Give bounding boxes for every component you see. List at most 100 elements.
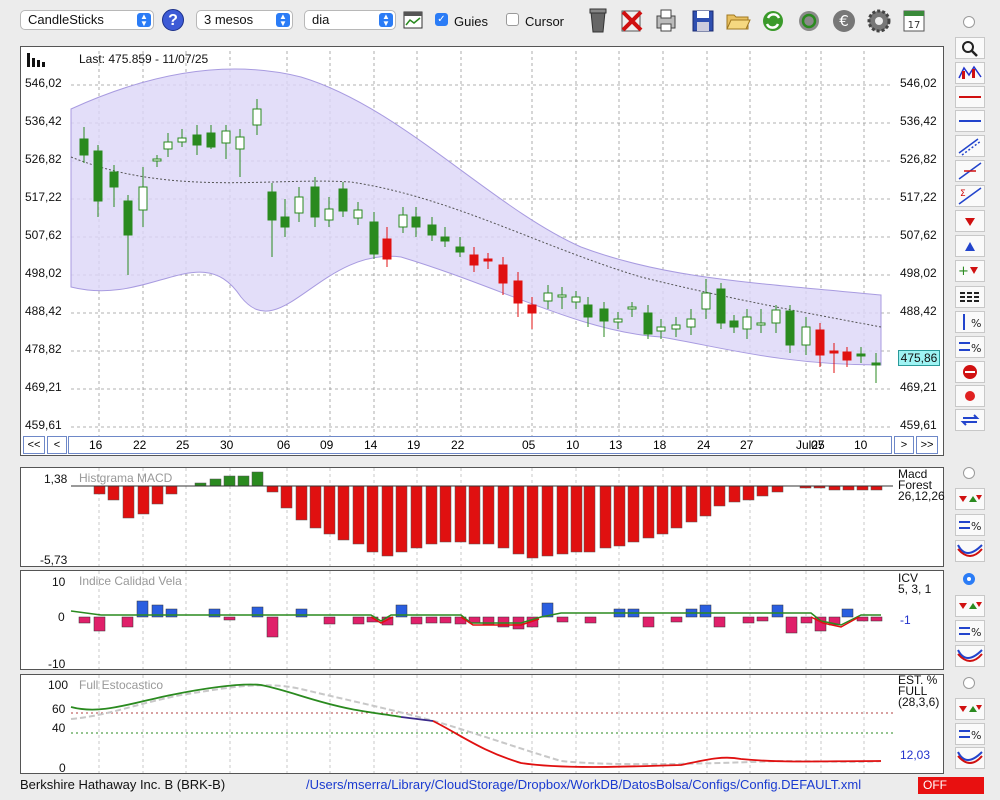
record-button[interactable] (955, 385, 985, 407)
macd-bar (165, 485, 178, 495)
stoch-updown-button[interactable] (955, 698, 985, 720)
percent-lines-button[interactable]: % (955, 336, 985, 358)
fibonacci-tool-button[interactable]: Σ (955, 185, 985, 207)
stop-button[interactable] (955, 361, 985, 383)
candle-body (353, 209, 363, 219)
print-icon[interactable] (653, 6, 679, 34)
status-off-badge[interactable]: OFF (918, 777, 984, 794)
nav-first-button[interactable]: << (23, 436, 45, 454)
chart-type-select[interactable]: CandleSticks ▲ ▼ (20, 10, 154, 30)
icv-panel-radio[interactable] (963, 573, 975, 585)
cursor-checkbox[interactable] (506, 13, 519, 26)
candle-body (93, 150, 103, 202)
period-value: 3 mesos (204, 12, 254, 27)
macd-bar (122, 485, 135, 519)
buy-sell-markers-button[interactable]: + (955, 260, 985, 282)
current-price-tag: 475,86 (898, 350, 940, 366)
arrow-down-button[interactable] (955, 210, 985, 232)
candle-body (483, 258, 493, 262)
icv-panel[interactable]: Indice Calidad Vela (20, 570, 944, 670)
candle-body (627, 306, 637, 310)
candle-body (138, 186, 148, 211)
icv-bar (699, 604, 712, 618)
candle-body (411, 216, 421, 228)
calendar-icon[interactable]: 17 (901, 6, 927, 34)
icv-bar (425, 616, 438, 624)
refresh-icon[interactable] (760, 6, 786, 34)
macd-bar (309, 485, 322, 529)
macd-bar (266, 485, 279, 493)
candles-tool-button[interactable] (955, 62, 985, 84)
price-chart-panel[interactable]: Last: 475.859 - 11/07/25 (20, 46, 944, 456)
config-path-link[interactable]: /Users/mserra/Library/CloudStorage/Dropb… (306, 777, 861, 792)
macd-bar (583, 485, 596, 553)
svg-text:%: % (971, 317, 981, 330)
icv-bar (556, 616, 569, 623)
open-folder-icon[interactable] (725, 6, 751, 34)
candle-body (543, 292, 553, 302)
macd-bar (613, 485, 626, 547)
horizontal-red-line-button[interactable] (955, 86, 985, 108)
stoch-percent-button[interactable]: % (955, 723, 985, 745)
period-select[interactable]: 3 mesos ▲ ▼ (196, 10, 293, 30)
macd-bar (599, 485, 612, 549)
macd-curve-button[interactable] (955, 540, 985, 562)
swap-button[interactable] (955, 409, 985, 431)
candle-body (498, 264, 508, 284)
euro-icon[interactable]: € (831, 6, 857, 34)
nav-prev-button[interactable]: < (47, 436, 67, 454)
help-icon[interactable]: ? (162, 9, 184, 31)
icv-bar (785, 616, 798, 634)
trendline-tool-button[interactable] (955, 160, 985, 182)
icv-curve-button[interactable] (955, 645, 985, 667)
nav-last-button[interactable]: >> (916, 436, 938, 454)
macd-panel[interactable]: Histgrama MACD (20, 467, 944, 567)
chart-window-icon[interactable] (403, 11, 423, 29)
save-icon[interactable] (690, 6, 716, 34)
candle-body (369, 221, 379, 255)
interval-select[interactable]: dia ▲ ▼ (304, 10, 396, 30)
price-y-label-left: 469,21 (25, 380, 62, 394)
sync-icon[interactable] (796, 6, 822, 34)
horizontal-blue-line-button[interactable] (955, 110, 985, 132)
stoch-panel-radio[interactable] (963, 677, 975, 689)
macd-y-min: -5,73 (40, 553, 68, 567)
stoch-y-0: 0 (59, 761, 66, 775)
stoch-y-40: 40 (52, 721, 66, 735)
arrow-up-button[interactable] (955, 235, 985, 257)
delete-icon[interactable] (619, 6, 645, 34)
stoch-y-100: 100 (48, 678, 69, 692)
macd-panel-radio[interactable] (963, 467, 975, 479)
icv-percent-button[interactable]: % (955, 620, 985, 642)
trash-icon[interactable] (585, 6, 611, 34)
macd-updown-button[interactable] (955, 488, 985, 510)
price-y-label-right: 507,62 (900, 228, 937, 242)
guies-checkbox[interactable]: ✓ (435, 13, 448, 26)
icv-bar (266, 616, 279, 638)
icv-updown-button[interactable] (955, 595, 985, 617)
candle-body (455, 246, 465, 253)
candle-body (109, 171, 119, 188)
macd-bar (295, 485, 308, 521)
channel-tool-button[interactable] (955, 135, 985, 157)
guies-label: Guies (454, 14, 488, 29)
percent-range-button[interactable]: % (955, 311, 985, 333)
icv-bar (742, 616, 755, 624)
nav-next-button[interactable]: > (894, 436, 914, 454)
macd-percent-button[interactable]: % (955, 514, 985, 536)
icv-bar (295, 608, 308, 618)
macd-bar (856, 485, 869, 491)
table-button[interactable] (955, 286, 985, 308)
macd-bar (395, 485, 408, 553)
stoch-curve-button[interactable] (955, 747, 985, 769)
icv-bar (771, 604, 784, 618)
zoom-button[interactable] (955, 37, 985, 59)
x-tick-label: 06 (277, 438, 291, 452)
macd-bar (107, 485, 120, 501)
icv-value: -1 (900, 613, 911, 627)
main-panel-radio[interactable] (963, 16, 975, 28)
stochastic-panel[interactable]: Full Estocastico (20, 674, 944, 774)
gear-icon[interactable] (866, 6, 892, 34)
x-axis-scrollbar[interactable]: 16 22 25 30 06 09 14 19 22 05 10 13 18 24 27 Jul25 07 10 (68, 436, 892, 454)
bars-icon (27, 53, 47, 70)
